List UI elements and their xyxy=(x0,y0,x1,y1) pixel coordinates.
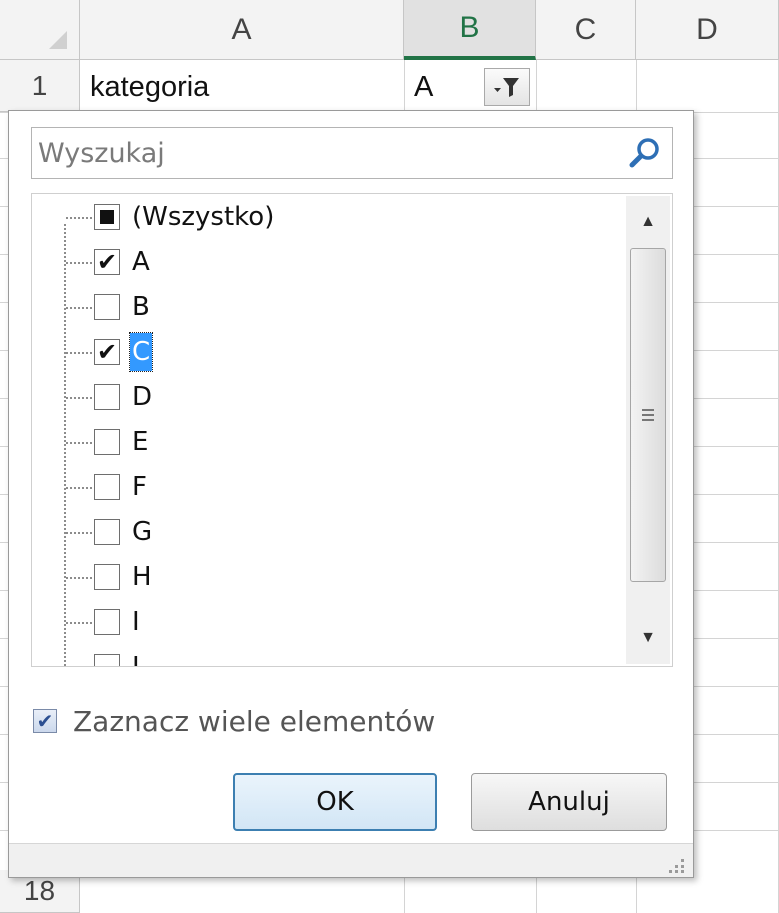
vertical-scrollbar[interactable]: ▲ ▼ xyxy=(626,196,670,664)
tree-branch xyxy=(66,487,92,489)
filter-values-list: (Wszystko) ✔ A B ✔ C D E F G H I J ▲ ▼ xyxy=(31,193,673,667)
list-item-label: H xyxy=(132,562,152,592)
multi-select-option[interactable]: ✔ Zaznacz wiele elementów xyxy=(33,701,435,741)
select-all-corner[interactable] xyxy=(0,0,80,60)
list-item[interactable]: ✔ C xyxy=(32,331,612,375)
column-header-d[interactable]: D xyxy=(636,0,779,60)
resize-grip-icon[interactable] xyxy=(669,855,687,873)
indeterminate-icon xyxy=(100,210,114,224)
checkmark-icon: ✔ xyxy=(96,248,118,276)
scroll-thumb[interactable] xyxy=(630,248,666,582)
list-item-label: G xyxy=(132,517,153,547)
scroll-down-icon[interactable]: ▼ xyxy=(626,616,670,660)
checkmark-icon: ✔ xyxy=(36,709,54,733)
ok-button[interactable]: OK xyxy=(233,773,437,831)
tree-branch xyxy=(66,262,92,264)
list-item[interactable]: D xyxy=(32,376,612,420)
select-all-triangle-icon xyxy=(49,31,67,49)
search-icon[interactable] xyxy=(628,136,662,170)
cell-b1[interactable]: A xyxy=(404,62,484,112)
tree-branch xyxy=(66,307,92,309)
filter-dropdown-button[interactable] xyxy=(484,68,530,106)
column-header-a[interactable]: A xyxy=(80,0,404,60)
tree-branch xyxy=(66,532,92,534)
list-item[interactable]: I xyxy=(32,601,612,645)
tree-branch xyxy=(66,397,92,399)
list-item[interactable]: ✔ A xyxy=(32,241,612,285)
item-checkbox[interactable] xyxy=(94,429,120,455)
list-item-label: (Wszystko) xyxy=(132,202,275,232)
multi-select-label: Zaznacz wiele elementów xyxy=(73,704,436,738)
column-header-c[interactable]: C xyxy=(536,0,636,60)
filter-dropdown-icon xyxy=(494,78,519,97)
list-item-label: J xyxy=(132,652,140,667)
tree-branch xyxy=(66,217,92,219)
autofilter-panel: (Wszystko) ✔ A B ✔ C D E xyxy=(8,110,694,878)
multi-select-checkbox[interactable]: ✔ xyxy=(33,709,57,733)
item-checkbox[interactable] xyxy=(94,654,120,666)
list-item-label: E xyxy=(132,427,149,457)
list-item[interactable]: E xyxy=(32,421,612,465)
row-header-1[interactable]: 1 xyxy=(0,60,80,112)
item-checkbox[interactable]: ✔ xyxy=(94,249,120,275)
list-item[interactable]: H xyxy=(32,556,612,600)
item-checkbox[interactable] xyxy=(94,474,120,500)
cancel-button[interactable]: Anuluj xyxy=(471,773,667,831)
list-item-label: D xyxy=(132,382,153,412)
scroll-up-icon[interactable]: ▲ xyxy=(626,200,670,244)
select-all-checkbox[interactable] xyxy=(94,204,120,230)
item-checkbox[interactable] xyxy=(94,384,120,410)
list-item-select-all[interactable]: (Wszystko) xyxy=(32,196,612,240)
list-item-label: F xyxy=(132,472,147,502)
list-item-label: A xyxy=(132,247,150,277)
search-input[interactable] xyxy=(38,134,618,172)
cell-a1[interactable]: kategoria xyxy=(80,62,404,112)
panel-footer xyxy=(9,843,693,877)
item-checkbox[interactable] xyxy=(94,294,120,320)
tree-branch xyxy=(66,577,92,579)
list-item[interactable]: J xyxy=(32,646,612,667)
list-item-label: I xyxy=(132,607,140,637)
list-item[interactable]: B xyxy=(32,286,612,330)
list-item-label: B xyxy=(132,292,150,322)
checkmark-icon: ✔ xyxy=(96,338,118,366)
search-box[interactable] xyxy=(31,127,673,179)
tree-branch xyxy=(66,352,92,354)
item-checkbox[interactable] xyxy=(94,609,120,635)
list-item[interactable]: G xyxy=(32,511,612,555)
list-item-label-focused: C xyxy=(128,332,154,372)
item-checkbox[interactable] xyxy=(94,564,120,590)
grip-icon xyxy=(642,409,654,421)
item-checkbox[interactable]: ✔ xyxy=(94,339,120,365)
column-header-b[interactable]: B xyxy=(404,0,536,60)
tree-branch xyxy=(66,442,92,444)
list-item[interactable]: F xyxy=(32,466,612,510)
tree-branch xyxy=(66,622,92,624)
item-checkbox[interactable] xyxy=(94,519,120,545)
